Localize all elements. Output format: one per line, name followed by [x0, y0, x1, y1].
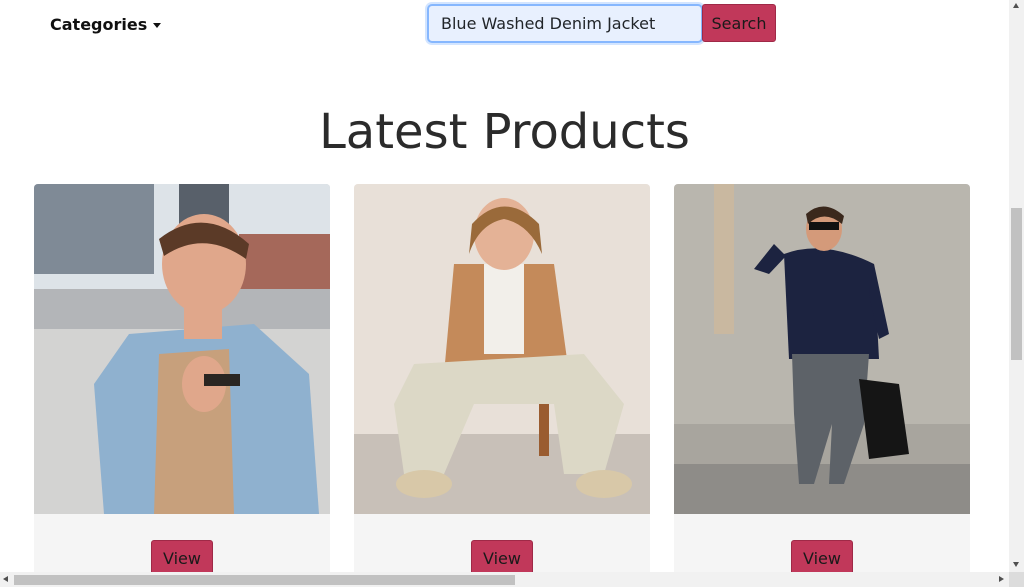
- product-photo-tan-blazer-seated-man-icon: [354, 184, 650, 514]
- view-button-label: View: [803, 548, 841, 568]
- search-button-label: Search: [711, 13, 767, 33]
- scroll-down-arrow-icon[interactable]: [1013, 562, 1019, 567]
- horizontal-scroll-thumb[interactable]: [14, 575, 515, 585]
- product-card: View: [674, 184, 970, 572]
- product-image[interactable]: [34, 184, 330, 514]
- categories-label: Categories: [50, 14, 148, 34]
- scroll-up-arrow-icon[interactable]: [1013, 3, 1019, 8]
- vertical-scrollbar[interactable]: [1009, 0, 1024, 572]
- search-button[interactable]: Search: [702, 4, 776, 42]
- product-image[interactable]: [354, 184, 650, 514]
- search-input[interactable]: [427, 4, 703, 43]
- view-button[interactable]: View: [471, 540, 533, 572]
- view-button-label: View: [483, 548, 521, 568]
- product-card: View: [354, 184, 650, 572]
- product-photo-navy-sweater-man-backpack-icon: [674, 184, 970, 514]
- page-viewport: Categories Search Latest Products: [0, 0, 1009, 572]
- vertical-scroll-thumb[interactable]: [1011, 208, 1022, 360]
- page-title: Latest Products: [319, 104, 690, 160]
- scroll-left-arrow-icon[interactable]: [3, 576, 8, 582]
- product-image[interactable]: [674, 184, 970, 514]
- view-button[interactable]: View: [151, 540, 213, 572]
- scroll-right-arrow-icon[interactable]: [999, 576, 1004, 582]
- horizontal-scrollbar[interactable]: [0, 572, 1009, 587]
- product-card: View: [34, 184, 330, 572]
- view-button-label: View: [163, 548, 201, 568]
- categories-dropdown[interactable]: Categories: [50, 13, 162, 35]
- scrollbar-corner: [1009, 572, 1024, 587]
- product-photo-denim-jacket-man-icon: [34, 184, 330, 514]
- view-button[interactable]: View: [791, 540, 853, 572]
- caret-down-icon: [153, 22, 162, 28]
